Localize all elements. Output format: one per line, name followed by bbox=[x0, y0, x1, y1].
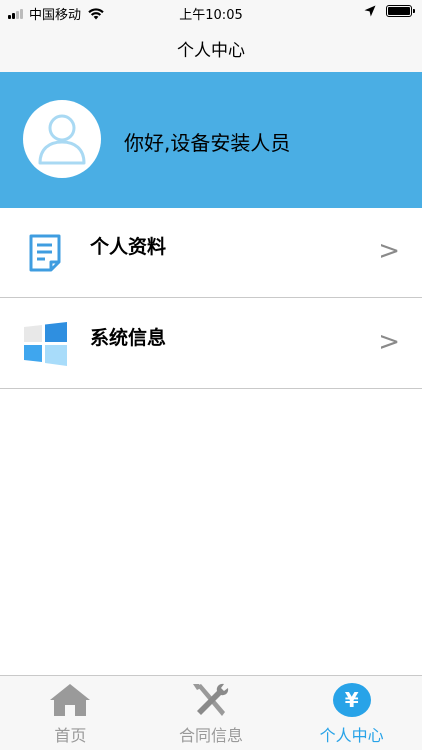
document-icon bbox=[22, 230, 68, 276]
user-icon bbox=[38, 114, 86, 165]
menu-item-profile[interactable]: 个人资料 > bbox=[0, 208, 422, 298]
battery-icon bbox=[386, 5, 415, 17]
tab-contract-info[interactable]: 合同信息 bbox=[141, 676, 282, 750]
page-title: 个人中心 bbox=[177, 40, 245, 61]
yen-badge: ¥ bbox=[332, 683, 371, 717]
tab-home[interactable]: 首页 bbox=[0, 676, 141, 750]
status-bar: 中国移动 上午10:05 bbox=[0, 0, 422, 24]
profile-banner: 你好,设备安装人员 bbox=[0, 72, 422, 208]
menu-item-label: 系统信息 bbox=[90, 327, 167, 349]
tools-icon bbox=[189, 682, 233, 718]
greeting-text: 你好,设备安装人员 bbox=[124, 131, 291, 155]
status-right bbox=[364, 5, 415, 17]
tab-bar: 首页 合同信息 ¥ 个人中心 bbox=[0, 675, 422, 750]
status-time: 上午10:05 bbox=[179, 8, 243, 23]
tab-profile-center[interactable]: ¥ 个人中心 bbox=[281, 676, 422, 750]
location-arrow-icon bbox=[364, 5, 376, 17]
menu-item-system-info[interactable]: 系统信息 > bbox=[0, 299, 422, 389]
chevron-right-icon: > bbox=[378, 327, 400, 357]
avatar[interactable] bbox=[23, 100, 101, 178]
screen: 中国移动 上午10:05 个人中心 你好,设备安装人员 个人资料 > 系统信息 … bbox=[0, 0, 422, 750]
chevron-right-icon: > bbox=[378, 236, 400, 266]
tab-label: 个人中心 bbox=[319, 726, 384, 745]
home-icon bbox=[48, 682, 92, 718]
yen-icon: ¥ bbox=[330, 682, 374, 718]
windows-icon bbox=[22, 321, 68, 367]
nav-bar: 个人中心 bbox=[0, 24, 422, 72]
tab-label: 首页 bbox=[54, 726, 87, 745]
menu-item-label: 个人资料 bbox=[90, 236, 167, 258]
tab-label: 合同信息 bbox=[179, 726, 244, 745]
